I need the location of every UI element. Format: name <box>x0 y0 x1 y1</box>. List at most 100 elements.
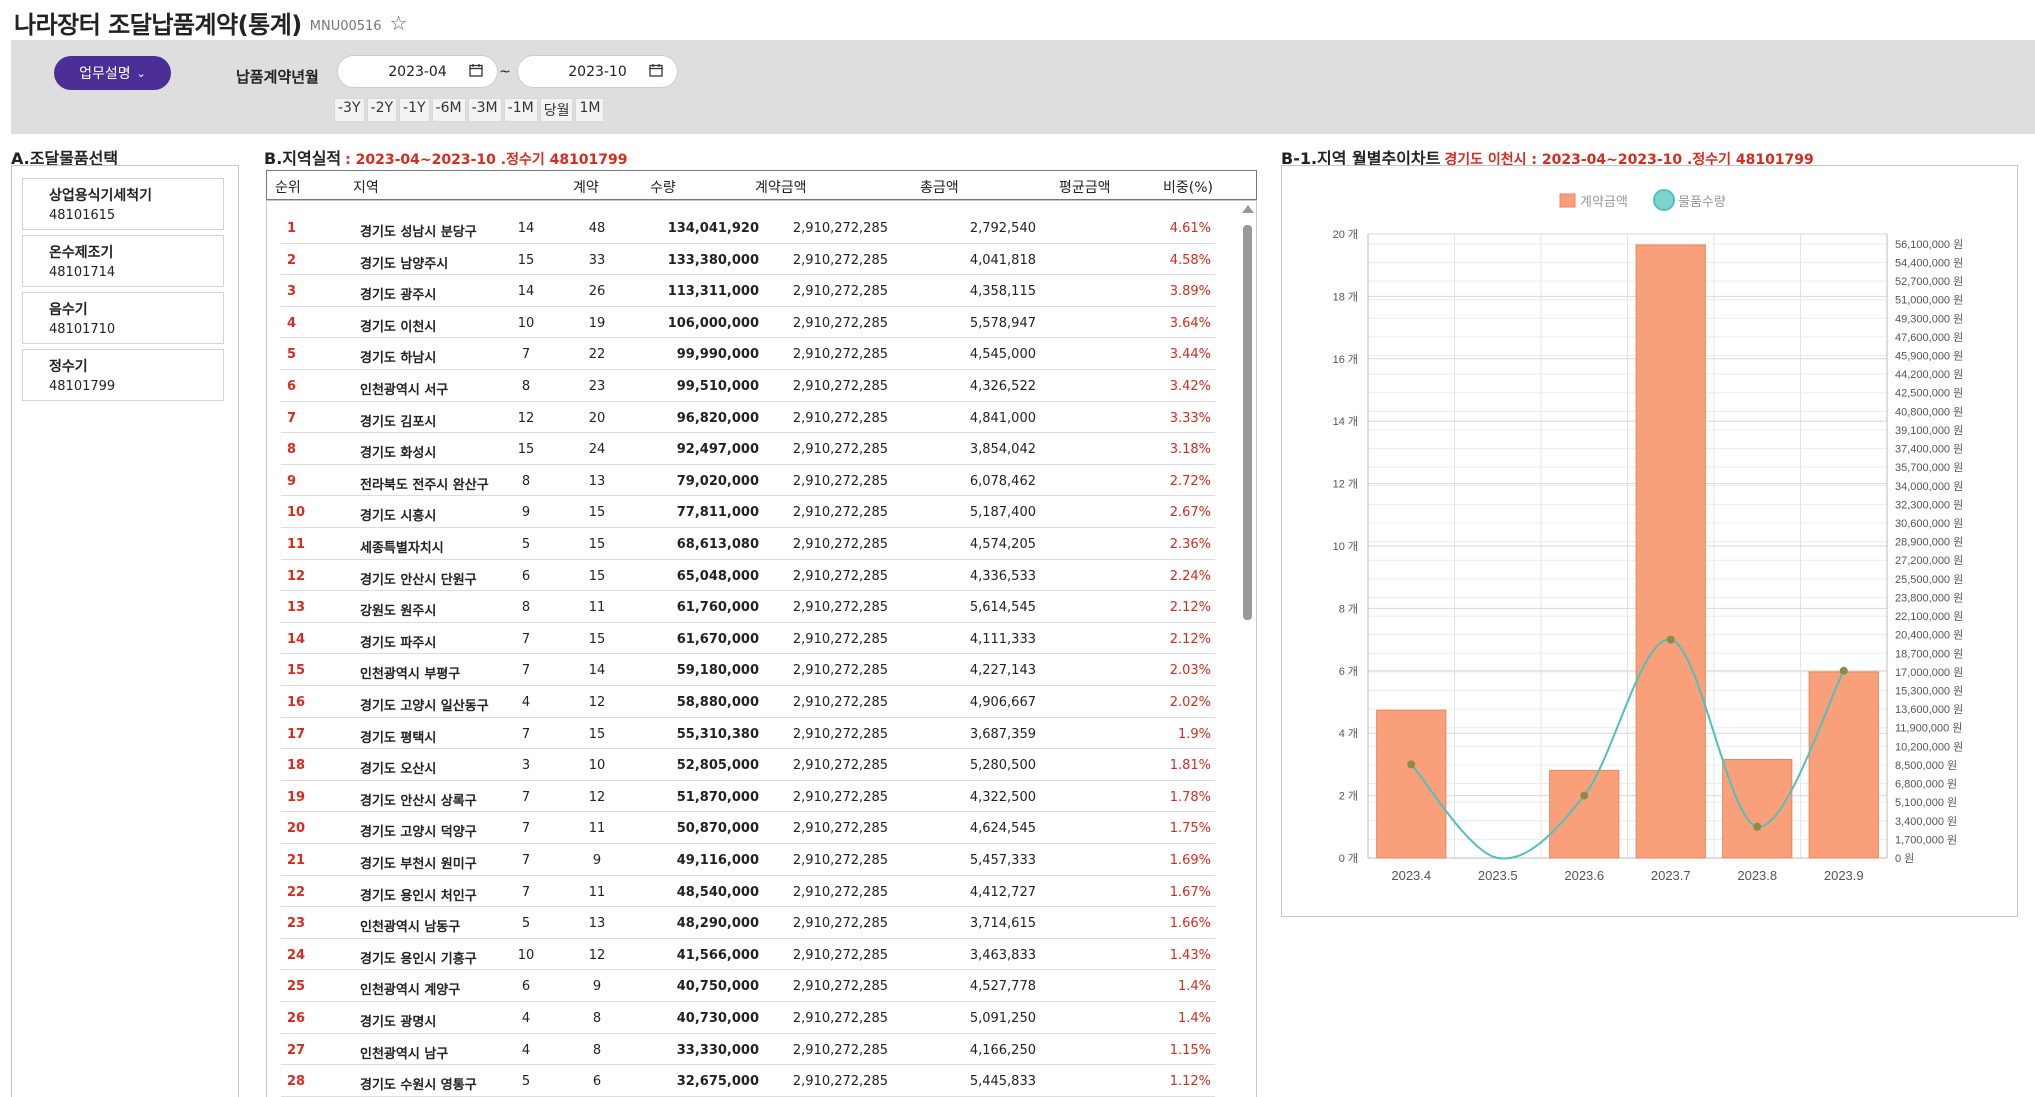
table-row[interactable]: 3 경기도 광주시 14 26 113,311,000 2,910,272,285 4,35… <box>281 275 1215 307</box>
y-right-tick-label: 30,600,000 원 <box>1895 517 1963 530</box>
scroll-up-arrow-icon[interactable] <box>1242 205 1254 213</box>
rank-cell: 2 <box>287 252 297 268</box>
table-row[interactable]: 21 경기도 부천시 원미구 7 9 49,116,000 2,910,272,285 5,… <box>281 844 1215 876</box>
average-amount-cell: 5,445,833 <box>969 1074 1036 1090</box>
table-row[interactable]: 24 경기도 용인시 기흥구 10 12 41,566,000 2,910,272,285… <box>281 939 1215 971</box>
calendar-icon[interactable] <box>649 63 663 81</box>
total-amount-cell: 2,910,272,285 <box>792 473 888 489</box>
total-amount-cell: 2,910,272,285 <box>792 315 888 331</box>
quick-period-button[interactable]: -3M <box>467 98 502 122</box>
table-row[interactable]: 7 경기도 김포시 12 20 96,820,000 2,910,272,285 4,841… <box>281 402 1215 434</box>
table-row[interactable]: 19 경기도 안산시 상록구 7 12 51,870,000 2,910,272,285 4… <box>281 781 1215 813</box>
item-card[interactable]: 온수제조기 48101714 <box>22 235 224 287</box>
ratio-cell: 1.43% <box>1169 947 1211 963</box>
table-row[interactable]: 9 전라북도 전주시 완산구 8 13 79,020,000 2,910,272,285 6… <box>281 465 1215 497</box>
table-header: 순위 지역 계약 수량 계약금액 총금액 평균금액 비중(%) <box>266 170 1257 200</box>
item-card[interactable]: 음수기 48101710 <box>22 292 224 344</box>
region-cell: 경기도 부천시 원미구 <box>360 857 477 872</box>
table-row[interactable]: 27 인천광역시 남구 4 8 33,330,000 2,910,272,285 4,166… <box>281 1034 1215 1066</box>
table-row[interactable]: 2 경기도 남양주시 15 33 133,380,000 2,910,272,285 4,0… <box>281 244 1215 276</box>
legend-label: 물품수량 <box>1678 194 1726 209</box>
table-row[interactable]: 6 인천광역시 서구 8 23 99,510,000 2,910,272,285 4,326… <box>281 370 1215 402</box>
table-row[interactable]: 23 인천광역시 남동구 5 13 48,290,000 2,910,272,285 3,7… <box>281 907 1215 939</box>
total-amount-cell: 2,910,272,285 <box>792 1074 888 1090</box>
average-amount-cell: 4,412,727 <box>969 884 1036 900</box>
table-row[interactable]: 12 경기도 안산시 단원구 6 15 65,048,000 2,910,272,285 4… <box>281 560 1215 592</box>
table-row[interactable]: 15 인천광역시 부평구 7 14 59,180,000 2,910,272,285 4,2… <box>281 654 1215 686</box>
table-row[interactable]: 14 경기도 파주시 7 15 61,670,000 2,910,272,285 4,111… <box>281 623 1215 655</box>
ratio-cell: 1.81% <box>1169 758 1211 774</box>
col-header-total[interactable]: 총금액 <box>920 177 959 197</box>
col-header-ratio[interactable]: 비중(%) <box>1163 177 1213 197</box>
ratio-cell: 1.78% <box>1169 789 1211 805</box>
quick-period-button[interactable]: -6M <box>431 98 466 122</box>
col-header-qty[interactable]: 수량 <box>650 177 676 197</box>
table-row[interactable]: 22 경기도 용인시 처인구 7 11 48,540,000 2,910,272,285 4… <box>281 876 1215 908</box>
table-row[interactable]: 5 경기도 하남시 7 22 99,990,000 2,910,272,285 4,545,… <box>281 338 1215 370</box>
region-cell: 경기도 고양시 일산동구 <box>360 699 489 714</box>
table-row[interactable]: 20 경기도 고양시 덕양구 7 11 50,870,000 2,910,272,285 4… <box>281 812 1215 844</box>
rank-cell: 18 <box>287 758 306 774</box>
ratio-cell: 2.12% <box>1169 631 1211 647</box>
quantity-cell: 22 <box>588 347 606 363</box>
total-amount-cell: 2,910,272,285 <box>792 1011 888 1026</box>
y-right-tick-label: 56,100,000 원 <box>1895 238 1963 251</box>
contract-count-cell: 4 <box>521 1042 531 1058</box>
y-right-tick-label: 49,300,000 원 <box>1895 312 1963 325</box>
date-from-input[interactable]: 2023-04 <box>337 55 498 88</box>
quick-period-button[interactable]: -1M <box>503 98 538 122</box>
table-row[interactable]: 10 경기도 시흥시 9 15 77,811,000 2,910,272,285 5,187… <box>281 496 1215 528</box>
contract-amount-cell: 58,880,000 <box>676 695 759 710</box>
total-amount-cell: 2,910,272,285 <box>792 1042 888 1058</box>
table-row[interactable]: 13 강원도 원주시 8 11 61,760,000 2,910,272,285 5,614… <box>281 591 1215 623</box>
col-header-region[interactable]: 지역 <box>353 177 379 197</box>
quick-period-button[interactable]: -3Y <box>334 98 365 122</box>
quick-period-button[interactable]: -1Y <box>399 98 430 122</box>
table-row[interactable]: 8 경기도 화성시 15 24 92,497,000 2,910,272,285 3,854… <box>281 433 1215 465</box>
date-to-input[interactable]: 2023-10 <box>517 55 678 88</box>
contract-amount-cell: 55,310,380 <box>676 726 759 742</box>
table-row[interactable]: 18 경기도 오산시 3 10 52,805,000 2,910,272,285 5,280… <box>281 749 1215 781</box>
star-icon[interactable]: ☆ <box>390 11 408 35</box>
work-description-button[interactable]: 업무설명 ⌄ <box>54 56 171 90</box>
ratio-cell: 3.33% <box>1169 410 1211 426</box>
contract-amount-cell: 33,330,000 <box>676 1042 759 1058</box>
total-amount-cell: 2,910,272,285 <box>792 221 888 236</box>
col-header-rank[interactable]: 순위 <box>275 177 301 197</box>
x-tick-label: 2023.5 <box>1478 868 1518 883</box>
table-row[interactable]: 28 경기도 수원시 영통구 5 6 32,675,000 2,910,272,285 5,… <box>281 1065 1215 1097</box>
item-card[interactable]: 상업용식기세척기 48101615 <box>22 178 224 230</box>
quick-period-button[interactable]: 1M <box>575 98 605 122</box>
col-header-amount[interactable]: 계약금액 <box>755 177 807 197</box>
contract-count-cell: 7 <box>521 663 531 679</box>
contract-count-cell: 7 <box>521 347 531 363</box>
table-row[interactable]: 11 세종특별자치시 5 15 68,613,080 2,910,272,285 4,574… <box>281 528 1215 560</box>
col-header-contract[interactable]: 계약 <box>573 177 599 197</box>
quantity-cell: 12 <box>588 695 606 710</box>
y-right-tick-label: 54,400,000 원 <box>1895 256 1963 269</box>
item-card[interactable]: 정수기 48101799 <box>22 349 224 401</box>
scroll-thumb[interactable] <box>1243 225 1252 620</box>
y-right-tick-label: 17,000,000 원 <box>1895 666 1963 679</box>
table-row[interactable]: 17 경기도 평택시 7 15 55,310,380 2,910,272,285 3,687… <box>281 718 1215 750</box>
legend-label: 계약금액 <box>1580 194 1628 209</box>
table-scrollbar[interactable] <box>1242 205 1254 1095</box>
table-row[interactable]: 26 경기도 광명시 4 8 40,730,000 2,910,272,285 5,091,… <box>281 1002 1215 1034</box>
average-amount-cell: 4,041,818 <box>969 252 1036 268</box>
calendar-icon[interactable] <box>469 63 483 81</box>
quick-period-button[interactable]: -2Y <box>366 98 398 122</box>
region-cell: 강원도 원주시 <box>360 604 437 620</box>
legend-swatch-bar <box>1559 193 1576 208</box>
quantity-cell: 48 <box>588 221 606 236</box>
table-row[interactable]: 25 인천광역시 계양구 6 9 40,750,000 2,910,272,285 4,52… <box>281 970 1215 1002</box>
quick-period-button[interactable]: 당월 <box>539 98 574 122</box>
table-row[interactable]: 16 경기도 고양시 일산동구 4 12 58,880,000 2,910,272,285… <box>281 686 1215 718</box>
average-amount-cell: 4,227,143 <box>969 663 1036 679</box>
table-row[interactable]: 4 경기도 이천시 10 19 106,000,000 2,910,272,285 5,57… <box>281 307 1215 339</box>
total-amount-cell: 2,910,272,285 <box>792 821 888 837</box>
average-amount-cell: 5,578,947 <box>969 315 1036 331</box>
table-row[interactable]: 1 경기도 성남시 분당구 14 48 134,041,920 2,910,272,285… <box>281 212 1215 244</box>
col-header-average[interactable]: 평균금액 <box>1059 177 1111 197</box>
contract-amount-cell: 106,000,000 <box>667 315 759 331</box>
rank-cell: 23 <box>287 916 306 932</box>
